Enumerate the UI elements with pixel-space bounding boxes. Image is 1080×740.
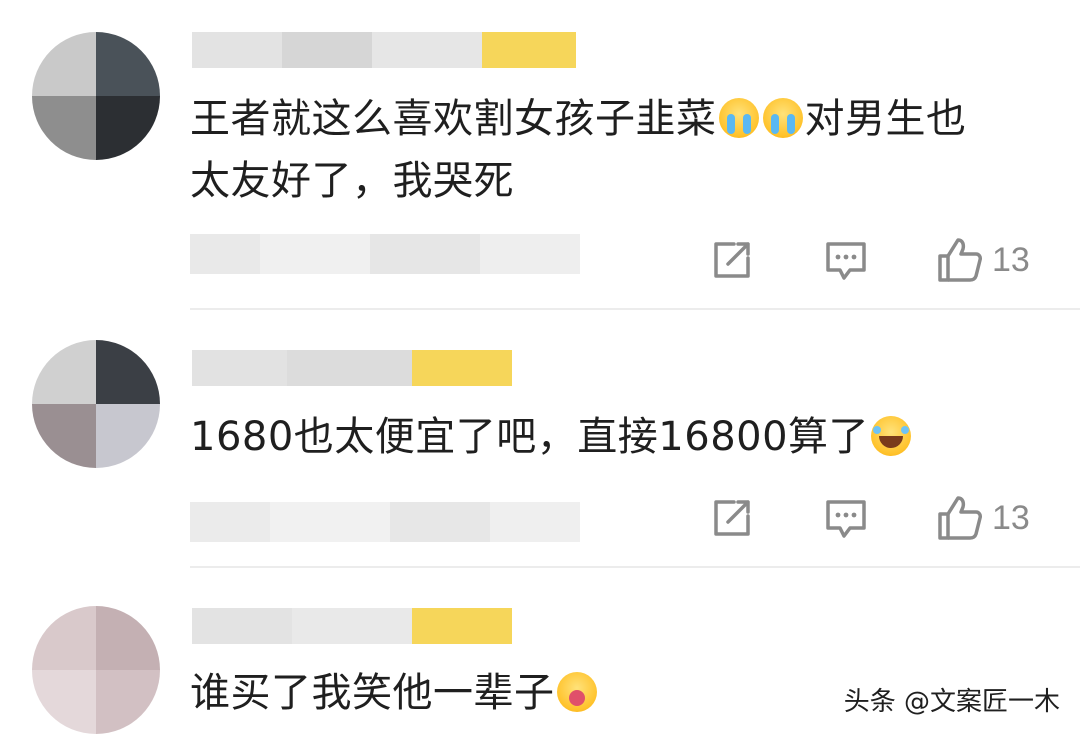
comment-text-line: 太友好了，我哭死 [190,158,514,204]
comment-text: 1680也太便宜了吧，直接16800算了 [190,406,913,468]
comment-icon [826,500,866,538]
laughing-tears-icon [871,416,912,456]
thumbs-up-icon [938,238,982,282]
username-blurred[interactable] [192,32,576,68]
like-button[interactable]: 13 [936,488,1030,548]
username-blurred[interactable] [192,350,512,386]
username-blurred[interactable] [192,608,512,644]
comment-item: 王者就这么喜欢割女孩子韭菜 对男生也 太友好了，我哭死 13 [0,0,1080,310]
comment-text-line: 1680也太便宜了吧，直接16800算了 [190,414,870,460]
reply-button[interactable] [824,230,868,290]
comment-actions: 13 [700,230,1060,290]
comment-actions: 13 [700,488,1060,548]
crying-face-icon [718,98,759,138]
crying-face-icon [762,98,803,138]
avatar[interactable] [32,606,160,734]
comment-text-line: 谁买了我笑他一辈子 [190,670,555,716]
share-button[interactable] [710,230,754,290]
watermark: 头条 @文案匠一木 [843,687,1060,717]
vip-badge-icon [482,32,576,68]
comment-meta-blurred [190,502,590,542]
shouting-laugh-icon [556,672,597,712]
share-icon [714,242,750,278]
avatar[interactable] [32,32,160,160]
avatar[interactable] [32,340,160,468]
vip-badge-icon [412,608,512,644]
like-count: 13 [992,240,1030,279]
reply-button[interactable] [824,488,868,548]
share-button[interactable] [710,488,754,548]
like-button[interactable]: 13 [936,230,1030,290]
vip-badge-icon [412,350,512,386]
comment-text-line: 王者就这么喜欢割女孩子韭菜 [190,96,717,142]
comment-text: 王者就这么喜欢割女孩子韭菜 对男生也 太友好了，我哭死 [190,88,967,212]
comment-item: 1680也太便宜了吧，直接16800算了 13 [0,310,1080,568]
comment-meta-blurred [190,234,590,274]
comment-text: 谁买了我笑他一辈子 [190,662,599,724]
share-icon [714,500,750,536]
comment-icon [826,242,866,280]
comment-text-line: 对男生也 [804,96,967,142]
like-count: 13 [992,498,1030,537]
thumbs-up-icon [938,496,982,540]
